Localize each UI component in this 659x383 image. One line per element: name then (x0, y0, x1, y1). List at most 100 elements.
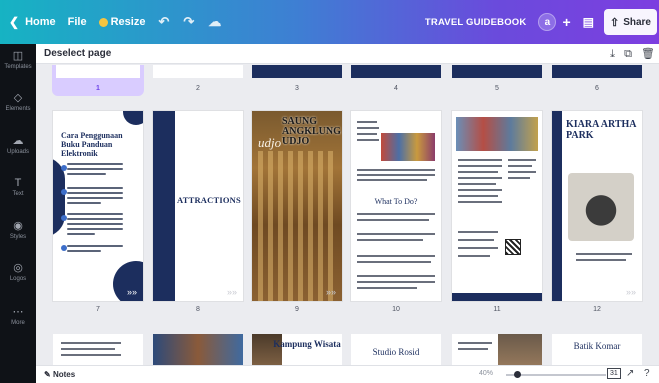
sidebar-item-label: Text (12, 191, 24, 197)
page-count[interactable]: 31 (607, 368, 621, 379)
page-thumb-18[interactable]: Batik Komar (552, 334, 642, 365)
deselect-page-button[interactable]: Deselect page (44, 48, 111, 59)
page-thumb-13[interactable] (53, 334, 143, 365)
sidebar-item-elements[interactable]: ◇ Elements (0, 92, 36, 112)
editor-app: ❮ Home File Resize ↶ ↷ ☁ TRAVEL GUIDEBOO… (0, 0, 659, 383)
page-thumb-3[interactable] (252, 65, 342, 78)
notes-button[interactable]: ✎ Notes (44, 370, 75, 379)
page-thumb-17[interactable] (452, 334, 542, 365)
sidebar-item-text[interactable]: T Text (0, 177, 36, 197)
palette-icon: ◉ (13, 220, 23, 232)
page-number: 5 (495, 85, 499, 92)
undo-icon[interactable]: ↶ (151, 14, 176, 30)
body-text (67, 163, 123, 178)
page-thumb-4[interactable] (351, 65, 441, 78)
more-icon: ⋯ (12, 306, 24, 318)
zoom-slider[interactable] (506, 371, 606, 378)
chevrons-icon: »» (626, 287, 637, 297)
body-text (508, 165, 532, 167)
sidebar-item-uploads[interactable]: ☁ Uploads (0, 135, 36, 155)
body-text (67, 245, 123, 255)
page-heading: ATTRACTIONS (177, 195, 241, 205)
add-page-icon[interactable]: ⤓ (610, 48, 615, 60)
home-button[interactable]: ❮ Home (0, 0, 62, 44)
page-thumb-11[interactable] (452, 111, 542, 301)
body-text (458, 247, 498, 249)
body-text (61, 354, 121, 356)
page-heading: What To Do? (374, 197, 418, 206)
body-text (357, 233, 435, 235)
page-thumb-9[interactable]: SAUNG ANGKLUNG UDJO udjo »» (252, 111, 342, 301)
page-thumb-6[interactable] (552, 65, 642, 78)
body-text (458, 342, 492, 344)
body-text (458, 255, 490, 257)
body-text (357, 281, 435, 283)
body-text (508, 177, 530, 179)
page-thumb-12[interactable]: KIARA ARTHA PARK »» (552, 111, 642, 301)
body-text (357, 275, 435, 277)
page-heading: Cara Penggunaan Buku Panduan Elektronik (61, 131, 123, 158)
body-text (67, 213, 123, 238)
body-text (61, 348, 115, 350)
top-bar-right: TRAVEL GUIDEBOOK a + ▤ ⇧ Share (425, 0, 659, 44)
qr-code (505, 239, 521, 255)
photo (456, 117, 538, 151)
body-text (458, 183, 496, 185)
photo (381, 133, 435, 161)
page-thumb-2[interactable] (153, 65, 243, 78)
page-thumb-16[interactable]: Studio Rosid (351, 334, 441, 365)
page-toolbar: Deselect page ⤓ ⧉ 🗑 (36, 44, 659, 64)
page-thumb-10[interactable]: What To Do? (351, 111, 441, 301)
body-text (357, 239, 423, 241)
body-text (458, 159, 502, 161)
top-bar: ❮ Home File Resize ↶ ↷ ☁ TRAVEL GUIDEBOO… (0, 0, 659, 44)
cloud-saved-icon[interactable]: ☁ (201, 14, 228, 30)
page-thumb-5[interactable] (452, 65, 542, 78)
redo-icon[interactable]: ↷ (176, 14, 201, 30)
file-menu[interactable]: File (62, 0, 93, 44)
decorative-stripe (552, 111, 562, 301)
resize-button[interactable]: Resize (93, 0, 152, 44)
sidebar-item-more[interactable]: ⋯ More (0, 306, 36, 326)
sidebar-item-styles[interactable]: ◉ Styles (0, 220, 36, 240)
help-icon[interactable]: ? (644, 368, 650, 379)
page-thumb-1[interactable] (56, 65, 140, 78)
page-thumb-7[interactable]: Cara Penggunaan Buku Panduan Elektronik … (53, 111, 143, 301)
sidebar-item-logos[interactable]: ◎ Logos (0, 262, 36, 282)
sidebar-item-templates[interactable]: ◫ Templates (0, 50, 36, 70)
page-heading: Studio Rosid (372, 347, 420, 357)
page-number: 8 (196, 306, 200, 313)
zoom-level: 40% (479, 370, 494, 377)
page-thumb-14[interactable] (153, 334, 243, 365)
page-thumb-15[interactable]: Kampung Wisata (252, 334, 342, 365)
udjo-logo: udjo (258, 135, 282, 150)
body-text (458, 231, 498, 233)
crown-icon (98, 17, 108, 27)
cloud-upload-icon: ☁ (12, 135, 24, 147)
insights-icon[interactable]: ▤ (583, 15, 594, 29)
fullscreen-icon[interactable]: ↗ (626, 368, 634, 379)
share-button[interactable]: ⇧ Share (603, 9, 657, 35)
duplicate-page-icon[interactable]: ⧉ (624, 48, 632, 60)
page-heading: KIARA ARTHA PARK (566, 119, 636, 141)
body-text (576, 253, 632, 255)
page-number: 4 (394, 85, 398, 92)
file-label: File (67, 16, 87, 28)
zoom-slider-handle[interactable] (514, 371, 521, 378)
text-icon: T (14, 177, 22, 189)
share-label: Share (623, 16, 651, 28)
page-number: 12 (593, 306, 601, 313)
bottom-bar: ✎ Notes 40% 31 ↗ ? (36, 365, 659, 383)
body-text (357, 174, 435, 176)
delete-page-icon[interactable]: 🗑 (641, 48, 655, 60)
page-thumb-8[interactable]: ATTRACTIONS »» (153, 111, 243, 301)
body-text (458, 348, 488, 350)
chevrons-icon: »» (326, 287, 337, 297)
logo-icon: ◎ (13, 262, 23, 274)
upload-icon: ⇧ (609, 16, 620, 29)
add-collaborator-icon[interactable]: + (562, 14, 570, 30)
document-title[interactable]: TRAVEL GUIDEBOOK (425, 17, 527, 28)
body-text (357, 261, 431, 263)
body-text (357, 133, 377, 135)
avatar[interactable]: a (538, 13, 557, 31)
